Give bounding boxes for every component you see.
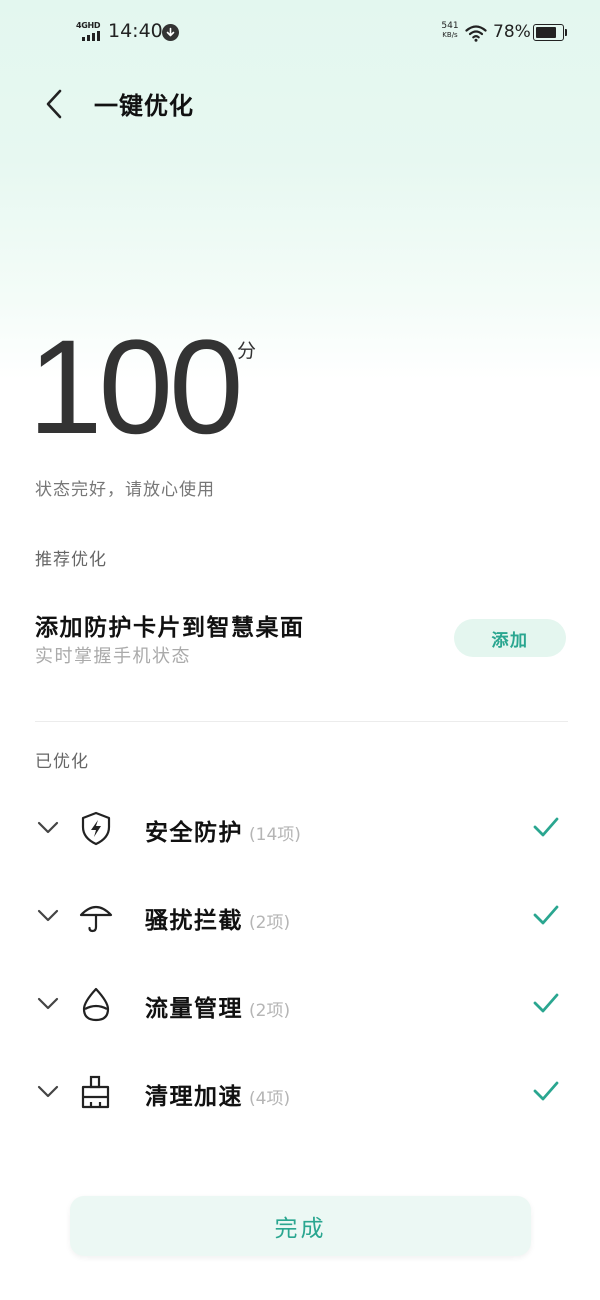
item-label-text: 清理加速: [145, 1084, 243, 1110]
optimized-item-label: 安全防护 (14项): [145, 813, 301, 847]
chevron-down-icon[interactable]: [36, 817, 60, 837]
back-button[interactable]: [34, 84, 74, 124]
item-count: (2项): [249, 1001, 291, 1021]
check-icon: [533, 817, 559, 837]
check-icon: [533, 905, 559, 925]
signal-icon: 4GHD: [76, 21, 104, 43]
chevron-down-icon[interactable]: [36, 1081, 60, 1101]
chevron-left-icon: [46, 89, 62, 119]
score-unit: 分: [237, 340, 257, 362]
speed-value: 541: [441, 21, 459, 31]
page-title: 一键优化: [94, 92, 194, 120]
recommend-section-label: 推荐优化: [35, 550, 107, 570]
score-status: 状态完好，请放心使用: [35, 480, 215, 500]
network-type: 4GHD: [76, 21, 101, 30]
battery-icon: [533, 24, 567, 41]
speed-unit: KB/s: [442, 31, 458, 39]
item-label-text: 安全防护: [145, 820, 243, 846]
water-drop-icon: [82, 987, 110, 1022]
add-card-button[interactable]: 添加: [454, 619, 566, 657]
item-count: (2项): [249, 913, 291, 933]
item-count: (14项): [249, 825, 301, 845]
status-bar: 4GHD 14:40 541 KB/s 78%: [0, 0, 600, 64]
battery-percent: 78%: [493, 22, 531, 42]
broom-icon: [81, 1075, 110, 1109]
item-count: (4项): [249, 1089, 291, 1109]
network-speed: 541 KB/s: [438, 22, 462, 40]
optimized-item-cleanup[interactable]: 清理加速 (4项): [0, 1061, 600, 1121]
shield-bolt-icon: [81, 811, 111, 846]
recommend-title: 添加防护卡片到智慧桌面: [35, 615, 305, 641]
done-button[interactable]: 完成: [70, 1196, 531, 1256]
status-time: 14:40: [108, 20, 163, 42]
wifi-icon: [465, 24, 487, 42]
download-icon: [162, 24, 179, 41]
optimized-item-label: 清理加速 (4项): [145, 1077, 290, 1111]
item-label-text: 流量管理: [145, 996, 243, 1022]
umbrella-icon: [79, 905, 113, 933]
optimize-screen: 4GHD 14:40 541 KB/s 78% 一键优化 100 分 状态完好，…: [0, 0, 600, 1300]
optimized-item-label: 骚扰拦截 (2项): [145, 901, 290, 935]
chevron-down-icon[interactable]: [36, 993, 60, 1013]
optimized-item-label: 流量管理 (2项): [145, 989, 290, 1023]
optimized-item-harassment[interactable]: 骚扰拦截 (2项): [0, 885, 600, 945]
check-icon: [533, 1081, 559, 1101]
check-icon: [533, 993, 559, 1013]
optimized-section-label: 已优化: [35, 752, 89, 772]
optimized-item-security[interactable]: 安全防护 (14项): [0, 797, 600, 857]
chevron-down-icon[interactable]: [36, 905, 60, 925]
item-label-text: 骚扰拦截: [145, 908, 243, 934]
divider: [35, 721, 568, 722]
score-value: 100: [28, 313, 244, 462]
optimized-item-data[interactable]: 流量管理 (2项): [0, 973, 600, 1033]
recommend-subtitle: 实时掌握手机状态: [35, 646, 191, 667]
